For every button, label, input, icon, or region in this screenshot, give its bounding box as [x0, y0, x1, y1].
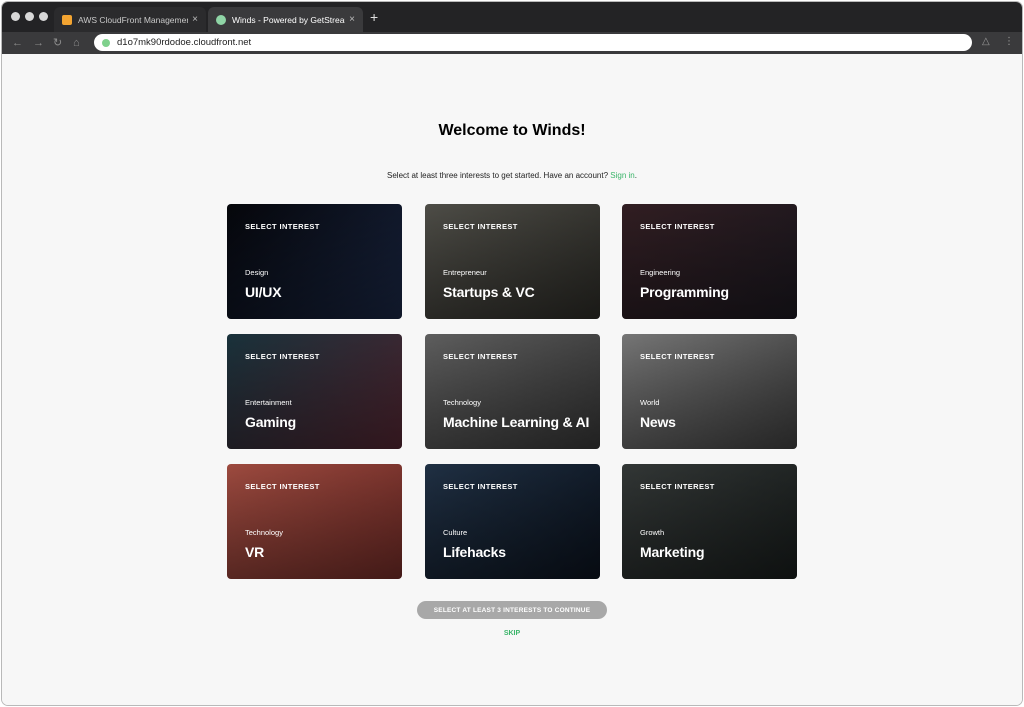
interest-card-uiux[interactable]: SELECT INTEREST Design UI/UX — [227, 204, 402, 319]
back-arrow-icon[interactable]: ← — [12, 36, 23, 50]
card-category: Growth — [640, 528, 665, 537]
subtitle-period: . — [634, 171, 637, 180]
card-name: UI/UX — [245, 284, 282, 300]
zoom-window-button[interactable] — [39, 12, 48, 21]
minimize-window-button[interactable] — [25, 12, 34, 21]
site-info-icon[interactable] — [102, 38, 110, 47]
page-title: Welcome to Winds! — [438, 122, 586, 139]
card-name: Lifehacks — [443, 544, 506, 560]
select-interest-label: SELECT INTEREST — [443, 352, 518, 361]
select-interest-label: SELECT INTEREST — [640, 482, 715, 491]
interest-card-marketing[interactable]: SELECT INTEREST Growth Marketing — [622, 464, 797, 579]
continue-button[interactable]: SELECT AT LEAST 3 INTERESTS TO CONTINUE — [417, 601, 607, 619]
home-icon[interactable]: ⌂ — [73, 36, 80, 50]
extension-icon[interactable]: △ — [982, 36, 990, 47]
tab-title: AWS CloudFront Management — [78, 14, 189, 25]
card-category: Design — [245, 268, 269, 277]
close-tab-icon[interactable]: × — [349, 14, 355, 25]
select-interest-label: SELECT INTEREST — [640, 352, 715, 361]
forward-arrow-icon[interactable]: → — [33, 36, 44, 50]
select-interest-label: SELECT INTEREST — [245, 482, 320, 491]
card-name: News — [640, 414, 676, 430]
card-category: Culture — [443, 528, 468, 537]
menu-kebab-icon[interactable]: ⋮ — [1004, 36, 1014, 47]
select-interest-label: SELECT INTEREST — [640, 222, 715, 231]
card-category: Technology — [443, 398, 481, 407]
interest-card-programming[interactable]: SELECT INTEREST Engineering Programming — [622, 204, 797, 319]
url-text: d1o7mk90rdodoe.cloudfront.net — [117, 37, 252, 48]
interest-card-lifehacks[interactable]: SELECT INTEREST Culture Lifehacks — [425, 464, 600, 579]
winds-favicon-icon — [216, 14, 226, 25]
tab-winds[interactable]: Winds - Powered by GetStream × — [208, 7, 363, 32]
browser-toolbar: ← → ↻ ⌂ d1o7mk90rdodoe.cloudfront.net △ … — [2, 32, 1022, 54]
select-interest-label: SELECT INTEREST — [245, 352, 320, 361]
reload-icon[interactable]: ↻ — [53, 36, 62, 50]
interest-card-startups[interactable]: SELECT INTEREST Entrepreneur Startups & … — [425, 204, 600, 319]
card-category: Entertainment — [245, 398, 292, 407]
aws-favicon-icon — [62, 14, 72, 25]
page-content: Welcome to Winds! Select at least three … — [2, 54, 1022, 705]
card-name: Machine Learning & AI — [443, 414, 590, 430]
card-category: Engineering — [640, 268, 681, 277]
close-tab-icon[interactable]: × — [192, 14, 198, 25]
card-category: Entrepreneur — [443, 268, 487, 277]
subtitle-text: Select at least three interests to get s… — [387, 171, 609, 180]
tab-aws-cloudfront[interactable]: AWS CloudFront Management × — [54, 7, 206, 32]
address-bar[interactable]: d1o7mk90rdodoe.cloudfront.net — [94, 34, 972, 51]
close-window-button[interactable] — [11, 12, 20, 21]
interest-card-vr[interactable]: SELECT INTEREST Technology VR — [227, 464, 402, 579]
card-category: Technology — [245, 528, 283, 537]
card-name: Gaming — [245, 414, 296, 430]
sign-in-link[interactable]: Sign in — [610, 171, 634, 180]
page-subtitle: Select at least three interests to get s… — [2, 171, 1022, 180]
card-name: Programming — [640, 284, 729, 300]
interest-card-gaming[interactable]: SELECT INTEREST Entertainment Gaming — [227, 334, 402, 449]
interest-grid: SELECT INTEREST Design UI/UX SELECT INTE… — [227, 204, 797, 579]
card-name: VR — [245, 544, 265, 560]
card-name: Startups & VC — [443, 284, 535, 300]
select-interest-label: SELECT INTEREST — [443, 222, 518, 231]
skip-link[interactable]: SKIP — [2, 630, 1022, 637]
card-name: Marketing — [640, 544, 705, 560]
new-tab-button[interactable]: + — [370, 10, 378, 24]
select-interest-label: SELECT INTEREST — [245, 222, 320, 231]
interest-card-machine-learning[interactable]: SELECT INTEREST Technology Machine Learn… — [425, 334, 600, 449]
card-category: World — [640, 398, 660, 407]
interest-card-news[interactable]: SELECT INTEREST World News — [622, 334, 797, 449]
tab-title: Winds - Powered by GetStream — [232, 14, 346, 25]
tab-strip: AWS CloudFront Management × Winds - Powe… — [2, 2, 1022, 32]
browser-window: AWS CloudFront Management × Winds - Powe… — [2, 2, 1022, 705]
select-interest-label: SELECT INTEREST — [443, 482, 518, 491]
